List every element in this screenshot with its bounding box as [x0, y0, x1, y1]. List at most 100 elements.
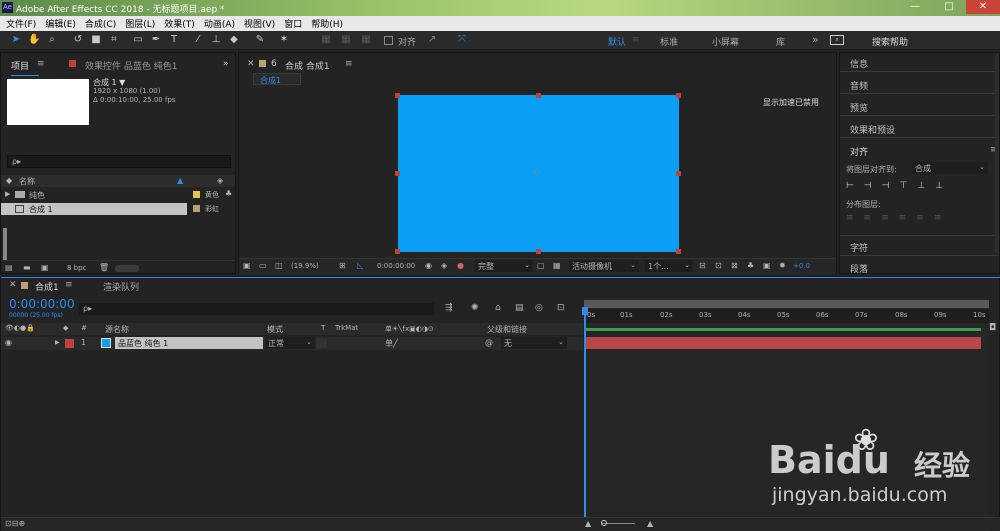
menu-animation[interactable]: 动画(A)	[204, 17, 235, 30]
workspace-standard[interactable]: 标准	[660, 35, 678, 48]
blend-mode-dropdown[interactable]: 正常 ⌄	[265, 337, 315, 349]
delete-icon[interactable]: 🗑	[99, 263, 109, 272]
current-time[interactable]: 0:00:00:00	[377, 262, 415, 270]
align-buttons[interactable]: ⊢⊣⊣⊤⊥⊥	[846, 181, 996, 193]
exposure-value[interactable]: +0.0	[793, 262, 810, 270]
fast-previews-icon[interactable]: ⊡	[715, 261, 722, 270]
collapse-switch-icon[interactable]: 单╱	[385, 338, 398, 349]
close-tab-icon[interactable]: ✕	[9, 280, 17, 290]
mask-icon[interactable]: ◫	[275, 261, 283, 270]
timeline-menu-icon[interactable]: ≡	[65, 280, 73, 290]
label-column-icon[interactable]: ◆	[6, 176, 12, 185]
menu-edit[interactable]: 编辑(E)	[45, 17, 76, 30]
tag-column-icon[interactable]: ◈	[217, 176, 223, 185]
zoom-out-icon[interactable]: ▲	[585, 519, 591, 528]
zoom-tool-icon[interactable]: ⌕	[46, 34, 58, 46]
interpret-footage-icon[interactable]: ▤	[5, 263, 13, 272]
pan-behind-tool-icon[interactable]: ⌗	[108, 34, 120, 46]
project-item-row[interactable]: 合成 1	[1, 203, 187, 215]
comp-subtab[interactable]: 合成1	[253, 73, 301, 85]
panel-audio[interactable]: 音频	[850, 79, 868, 92]
tab-composition[interactable]: 合成 合成1	[285, 59, 330, 72]
snap-edge-icon[interactable]: ↗	[426, 34, 438, 46]
workspace-library[interactable]: 库	[776, 35, 785, 48]
bounding-handle[interactable]	[395, 93, 400, 98]
channel-icon[interactable]: ●	[457, 261, 464, 270]
selection-tool-icon[interactable]: ➤	[10, 34, 22, 46]
close-tab-icon[interactable]: ✕	[247, 59, 255, 69]
comp-menu-icon[interactable]: ≡	[345, 59, 353, 69]
zoom-level[interactable]: (19.9%)	[291, 262, 319, 270]
project-search-input[interactable]: ρ▸	[7, 155, 231, 168]
graph-editor-icon[interactable]: ⊡	[557, 303, 565, 313]
workspace-default[interactable]: 默认	[608, 35, 626, 48]
eraser-tool-icon[interactable]: ◆	[228, 34, 240, 46]
bounding-handle[interactable]	[395, 171, 400, 176]
scrollbar[interactable]	[3, 228, 7, 260]
trkmat-header[interactable]: TrkMat	[335, 324, 358, 332]
name-column-header[interactable]: 名称	[19, 176, 35, 187]
menu-file[interactable]: 文件(F)	[6, 17, 36, 30]
zoom-slider-thumb[interactable]	[601, 520, 607, 526]
zoom-in-icon[interactable]: ▲	[647, 519, 653, 528]
shy-icon[interactable]: ⌂	[495, 303, 501, 313]
bounding-handle[interactable]	[395, 249, 400, 254]
workspace-small-screen[interactable]: 小屏幕	[712, 35, 739, 48]
menu-layer[interactable]: 图层(L)	[125, 17, 155, 30]
layer-name[interactable]: 品蓝色 纯色 1	[115, 337, 263, 349]
axis-view-icon[interactable]: ▦	[360, 34, 372, 46]
show-snapshot-icon[interactable]: ◈	[441, 261, 447, 270]
playhead[interactable]	[584, 309, 586, 529]
rectangle-tool-icon[interactable]: ▭	[132, 34, 144, 46]
label-swatch[interactable]	[193, 191, 200, 198]
menu-composition[interactable]: 合成(C)	[85, 17, 116, 30]
axis-local-icon[interactable]: ▦	[320, 34, 332, 46]
bounding-handle[interactable]	[676, 249, 681, 254]
minimize-button[interactable]: —	[898, 0, 932, 14]
tab-project[interactable]: 项目	[11, 59, 29, 72]
preserve-transparency-checkbox[interactable]	[317, 339, 327, 348]
views-dropdown[interactable]: 1个... ⌄	[645, 260, 693, 272]
flowchart-icon[interactable]: ♣	[747, 261, 754, 270]
always-preview-icon[interactable]: ▣	[243, 261, 251, 270]
region-of-interest-icon[interactable]: ▢	[537, 261, 545, 270]
panel-character[interactable]: 字符	[850, 241, 868, 254]
menu-effect[interactable]: 效果(T)	[164, 17, 195, 30]
maximize-button[interactable]: □	[932, 0, 966, 14]
pickwhip-icon[interactable]: @	[485, 338, 493, 347]
source-name-header[interactable]: 源名称	[105, 324, 129, 335]
timeline-icon[interactable]: ⊠	[731, 261, 738, 270]
menu-view[interactable]: 视图(V)	[244, 17, 275, 30]
clone-tool-icon[interactable]: ⊥	[210, 34, 222, 46]
motion-blur-icon[interactable]: ◎	[535, 303, 543, 313]
distribute-buttons[interactable]: ≡≡≡≡≡≡	[846, 213, 996, 225]
roto-brush-tool-icon[interactable]: ✎	[254, 34, 266, 46]
layer-switches-icon[interactable]: ⊡⊟⊕	[5, 519, 25, 528]
timeline-search-input[interactable]: ρ▸	[79, 303, 434, 315]
project-menu-icon[interactable]: ≡	[37, 59, 45, 69]
av-switches-icon[interactable]: 👁◐●🔒	[5, 324, 35, 332]
visibility-eye-icon[interactable]: ◉	[5, 338, 12, 347]
reset-exposure-icon[interactable]: ▣	[763, 261, 771, 270]
flowchart-toggle[interactable]	[115, 265, 139, 272]
draft-3d-icon[interactable]: ✺	[471, 303, 479, 313]
camera-tool-icon[interactable]: ■	[90, 34, 102, 46]
switches-header-icon[interactable]: 单☀╲fx▣◐◑⊙	[385, 324, 434, 334]
work-area-bar[interactable]	[584, 300, 989, 308]
playhead-handle[interactable]	[582, 307, 588, 315]
frame-blending-icon[interactable]: ▤	[515, 303, 524, 313]
panel-info[interactable]: 信息	[850, 57, 868, 70]
mode-header[interactable]: 模式	[267, 324, 283, 335]
tab-timeline-comp[interactable]: 合成1	[35, 280, 59, 293]
new-comp-icon[interactable]: ▣	[41, 263, 49, 272]
menu-window[interactable]: 窗口	[284, 17, 302, 30]
brush-tool-icon[interactable]: ⁄	[192, 34, 204, 46]
expand-arrow-icon[interactable]: ▶	[5, 190, 10, 198]
hand-tool-icon[interactable]: ✋	[28, 34, 40, 46]
tab-effect-controls[interactable]: 效果控件 品蓝色 纯色1	[85, 59, 177, 72]
snap-checkbox[interactable]	[384, 36, 393, 45]
project-more-icon[interactable]: »	[223, 59, 229, 69]
label-swatch[interactable]	[193, 205, 200, 212]
text-tool-icon[interactable]: T	[168, 34, 180, 46]
number-column[interactable]: #	[81, 324, 87, 332]
